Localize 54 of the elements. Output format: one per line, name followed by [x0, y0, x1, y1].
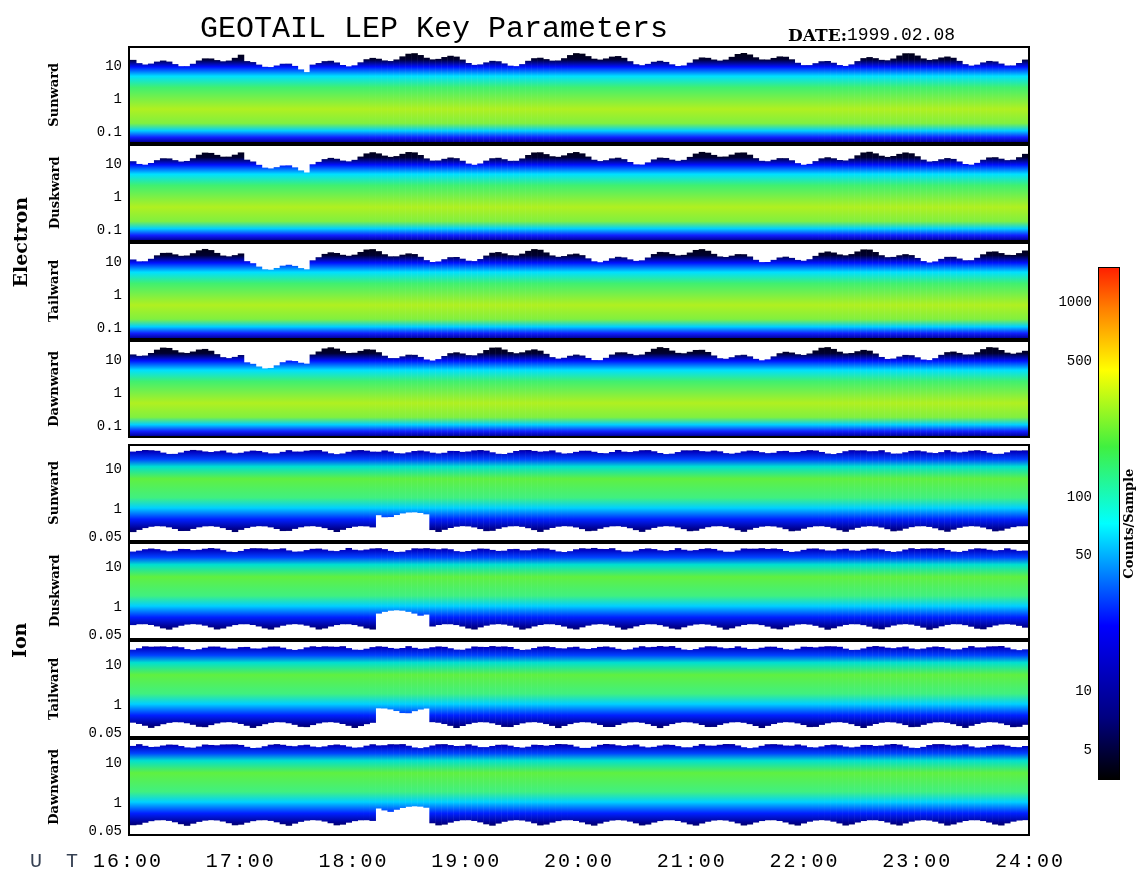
panel-label: Sunward	[45, 63, 63, 127]
group-label: Ion	[7, 622, 32, 658]
x-tick-label: 18:00	[318, 852, 389, 872]
colorbar-tick-label: 100	[1066, 489, 1092, 504]
y-tick-label: 0.05	[88, 824, 122, 839]
date-value: 1999.02.08	[846, 26, 955, 44]
colorbar-tick-label: 1000	[1058, 295, 1092, 309]
x-tick-label: 20:00	[544, 852, 614, 872]
panel-label: Duskward	[45, 156, 63, 230]
panel-label: Dawnward	[45, 749, 63, 825]
y-tick-label: 10	[105, 755, 122, 770]
y-tick-label: 0.05	[88, 726, 122, 741]
y-tick-label: 1	[113, 599, 122, 614]
y-tick-label: 10	[105, 254, 122, 269]
x-tick-label: 16:00	[93, 852, 163, 872]
x-tick-label: 23:00	[882, 852, 953, 872]
x-axis-label: U T	[30, 852, 84, 872]
panel-label: Duskward	[45, 554, 63, 628]
colorbar-tick-label: 10	[1075, 684, 1092, 699]
y-tick-label: 1	[113, 385, 122, 400]
y-tick-label: 1	[113, 795, 122, 810]
y-tick-label: 1	[113, 189, 122, 204]
panel-label: Sunward	[45, 461, 63, 525]
y-tick-label: 10	[105, 352, 122, 367]
panel-label: Dawnward	[45, 351, 63, 427]
colorbar-tick-label: 500	[1066, 353, 1092, 368]
y-tick-label: 0.1	[96, 223, 122, 238]
x-tick-label: 19:00	[431, 852, 502, 872]
group-label: Electron	[7, 196, 32, 288]
panel-label: Tailward	[45, 259, 63, 323]
y-tick-label: 0.05	[88, 628, 122, 643]
y-tick-label: 10	[105, 461, 122, 476]
x-tick-label: 21:00	[656, 852, 727, 872]
panel-label: Tailward	[45, 657, 63, 721]
y-tick-label: 10	[105, 559, 122, 574]
y-tick-label: 1	[113, 501, 122, 516]
y-tick-label: 1	[113, 697, 122, 712]
y-tick-label: 1	[113, 91, 122, 106]
chart-title: GEOTAIL LEP Key Parameters	[200, 14, 669, 44]
x-tick-label: 22:00	[769, 852, 840, 872]
colorbar-tick-label: 50	[1075, 548, 1092, 563]
y-tick-label: 0.1	[96, 125, 122, 140]
x-tick-label: 24:00	[995, 852, 1065, 872]
y-tick-label: 10	[105, 657, 122, 672]
colorbar-label: Counts/Sample	[1120, 468, 1138, 579]
date-label: DATE:	[788, 27, 847, 44]
colorbar-tick-label: 5	[1083, 742, 1092, 757]
y-tick-label: 1	[113, 287, 122, 302]
y-tick-label: 0.1	[96, 419, 122, 434]
y-tick-label: 10	[105, 156, 122, 171]
y-tick-label: 10	[105, 58, 122, 73]
y-tick-label: 0.1	[96, 321, 122, 336]
x-tick-label: 17:00	[205, 852, 276, 872]
y-tick-label: 0.05	[88, 530, 122, 545]
